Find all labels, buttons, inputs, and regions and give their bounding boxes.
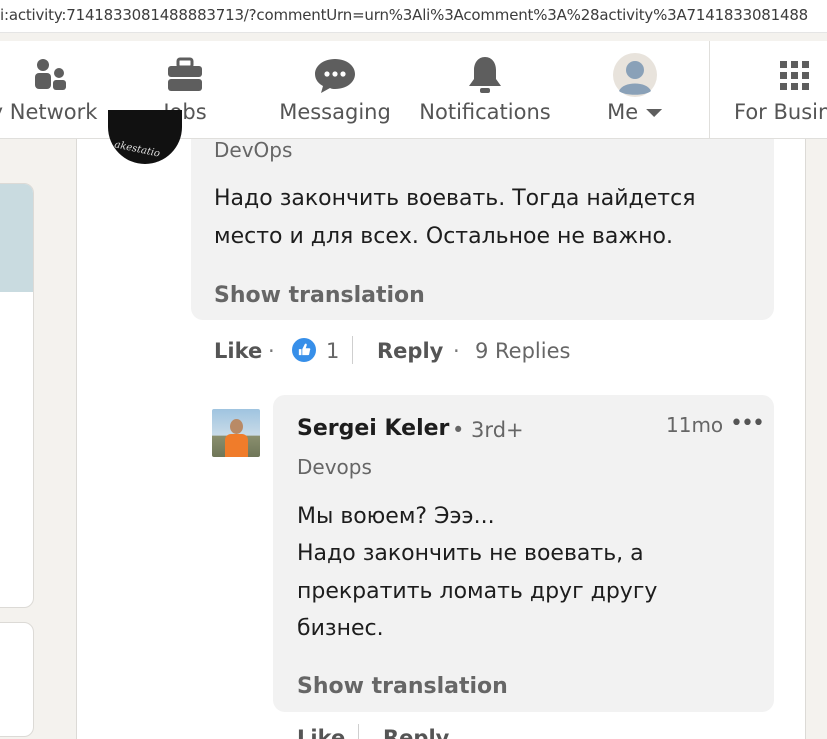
nav-me[interactable]: Me [595, 41, 675, 139]
profile-card [0, 183, 34, 608]
profile-banner [0, 184, 33, 292]
nav-notifications-label: Notifications [419, 100, 551, 124]
nav-for-business[interactable]: For Business [730, 41, 827, 139]
nav-divider [709, 41, 710, 139]
nav-messaging[interactable]: Messaging [279, 41, 391, 139]
view-replies-button[interactable]: 9 Replies [475, 339, 570, 363]
nav-notifications[interactable]: Notifications [419, 41, 551, 139]
avatar-head [230, 419, 243, 434]
action-separator [352, 336, 353, 364]
comment-text-line2: место и для всех. Остальное не важно. [214, 224, 674, 249]
url-text: i:activity:7141833081488883713/?commentU… [0, 6, 809, 24]
bell-icon [469, 57, 501, 93]
more-options-icon[interactable]: ••• [730, 411, 765, 436]
nav-my-network[interactable]: My Network [0, 41, 105, 139]
side-card [0, 622, 34, 737]
nav-me-label: Me [607, 100, 663, 124]
briefcase-icon [168, 57, 202, 91]
reply-author-name[interactable]: Sergei Keler [297, 416, 449, 441]
reaction-count[interactable]: 1 [326, 339, 339, 363]
separator-dot-2: · [453, 339, 460, 363]
connection-degree: • 3rd+ [452, 418, 524, 442]
reply-action-separator [358, 724, 359, 739]
reply-button[interactable]: Reply [377, 339, 443, 363]
like-button[interactable]: Like [214, 339, 262, 363]
reply-text-line1: Мы воюем? Эээ... [297, 504, 495, 529]
reply-text-line3: прекратить ломать друг другу [297, 579, 658, 604]
grid-icon [780, 61, 809, 90]
avatar-icon [613, 53, 657, 97]
reply-headline: Devops [297, 455, 372, 479]
reply-text-line4: бизнес. [297, 616, 384, 641]
like-reaction-icon[interactable] [290, 336, 318, 364]
reply-author-avatar[interactable] [212, 409, 260, 457]
nav-my-network-label: My Network [0, 100, 98, 124]
separator-dot: · [268, 339, 275, 363]
people-icon [35, 59, 66, 90]
avatar-shirt [225, 434, 248, 457]
reply-reply-button[interactable]: Reply [383, 726, 449, 739]
comment-headline: DevOps [214, 138, 293, 162]
show-translation-button[interactable]: Show translation [214, 283, 425, 308]
address-bar[interactable]: i:activity:7141833081488883713/?commentU… [0, 0, 827, 33]
reply-text-line2: Надо закончить не воевать, а [297, 541, 644, 566]
reply-like-button[interactable]: Like [297, 726, 345, 739]
caret-down-icon [645, 109, 662, 117]
nav-messaging-label: Messaging [279, 100, 391, 124]
nav-me-text: Me [607, 100, 639, 124]
chat-icon [315, 59, 355, 93]
reply-show-translation-button[interactable]: Show translation [297, 674, 508, 699]
nav-for-business-label: For Business [734, 100, 827, 124]
reply-timestamp: 11mo [666, 413, 724, 437]
comment-text-line1: Надо закончить воевать. Тогда найдется [214, 186, 696, 211]
comment-actions: Like · 1 Reply · 9 Replies [214, 336, 614, 366]
